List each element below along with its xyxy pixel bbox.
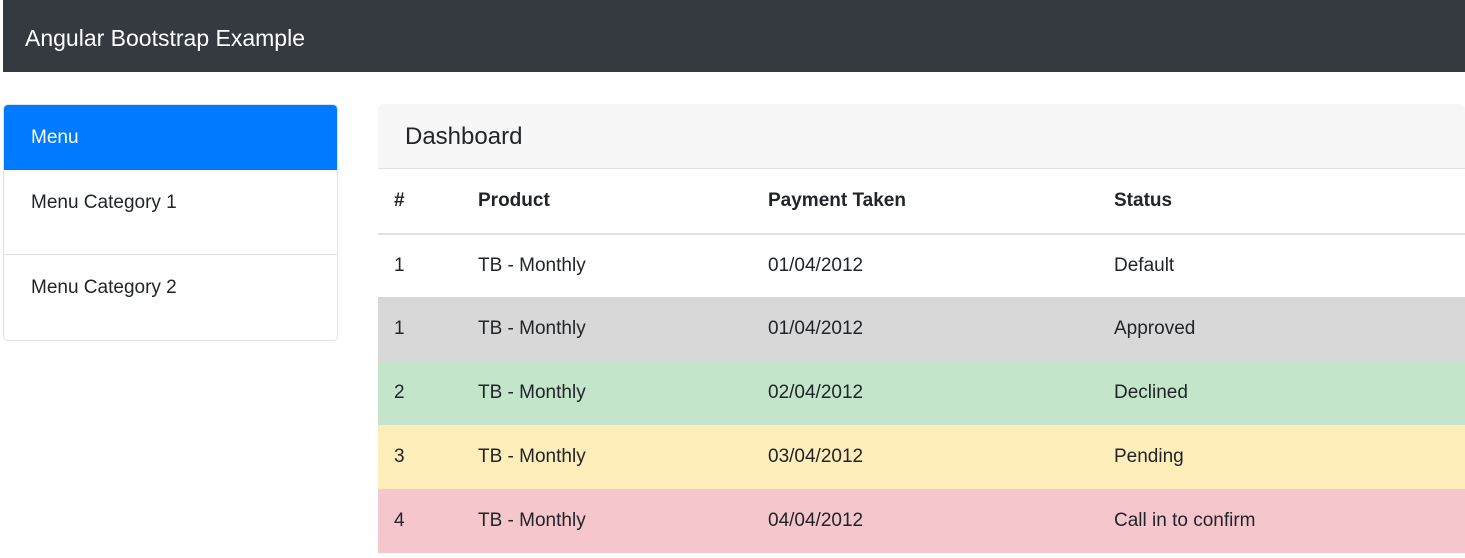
sidebar-header: Menu [4,105,337,170]
payments-table: # Product Payment Taken Status 1 TB - Mo… [378,169,1465,553]
column-header-number: # [378,169,478,235]
cell-payment-taken: 03/04/2012 [768,446,864,467]
cell-number: 3 [394,446,405,467]
cell-product: TB - Monthly [478,510,586,531]
cell-number: 4 [394,510,405,531]
column-header-product: Product [478,169,768,235]
cell-payment-taken: 04/04/2012 [768,510,864,531]
table-row: 3 TB - Monthly 03/04/2012 Pending [378,425,1465,489]
cell-status: Approved [1114,318,1196,339]
cell-status: Call in to confirm [1114,510,1256,531]
table-row: 4 TB - Monthly 04/04/2012 Call in to con… [378,489,1465,553]
cell-number: 2 [394,382,405,403]
cell-payment-taken: 01/04/2012 [768,318,864,339]
top-navbar: Angular Bootstrap Example [3,0,1465,72]
sidebar-item-label: Menu Category 1 [31,192,177,213]
cell-status: Pending [1114,446,1184,467]
sidebar-item-menu-category-1[interactable]: Menu Category 1 [4,170,337,255]
dashboard-panel: Dashboard # Product Payment Taken Status… [378,104,1465,558]
cell-payment-taken: 02/04/2012 [768,382,864,403]
cell-status: Declined [1114,382,1188,403]
navbar-brand[interactable]: Angular Bootstrap Example [25,24,305,52]
cell-payment-taken: 01/04/2012 [768,255,864,276]
column-header-payment-taken: Payment Taken [768,169,1114,235]
cell-number: 1 [394,318,405,339]
cell-product: TB - Monthly [478,382,586,403]
dashboard-title: Dashboard [378,104,1465,169]
column-header-status: Status [1114,169,1465,235]
sidebar-item-label: Menu Category 2 [31,277,177,298]
cell-status: Default [1114,255,1175,276]
sidebar-item-menu-category-2[interactable]: Menu Category 2 [4,255,337,340]
cell-product: TB - Monthly [478,446,586,467]
table-row: 1 TB - Monthly 01/04/2012 Default [378,234,1465,297]
table-row: 1 TB - Monthly 01/04/2012 Approved [378,297,1465,361]
cell-number: 1 [394,255,405,276]
table-header-row: # Product Payment Taken Status [378,169,1465,235]
sidebar-menu: Menu Menu Category 1 Menu Category 2 [3,104,338,341]
cell-product: TB - Monthly [478,318,586,339]
table-row: 2 TB - Monthly 02/04/2012 Declined [378,361,1465,425]
cell-product: TB - Monthly [478,255,586,276]
